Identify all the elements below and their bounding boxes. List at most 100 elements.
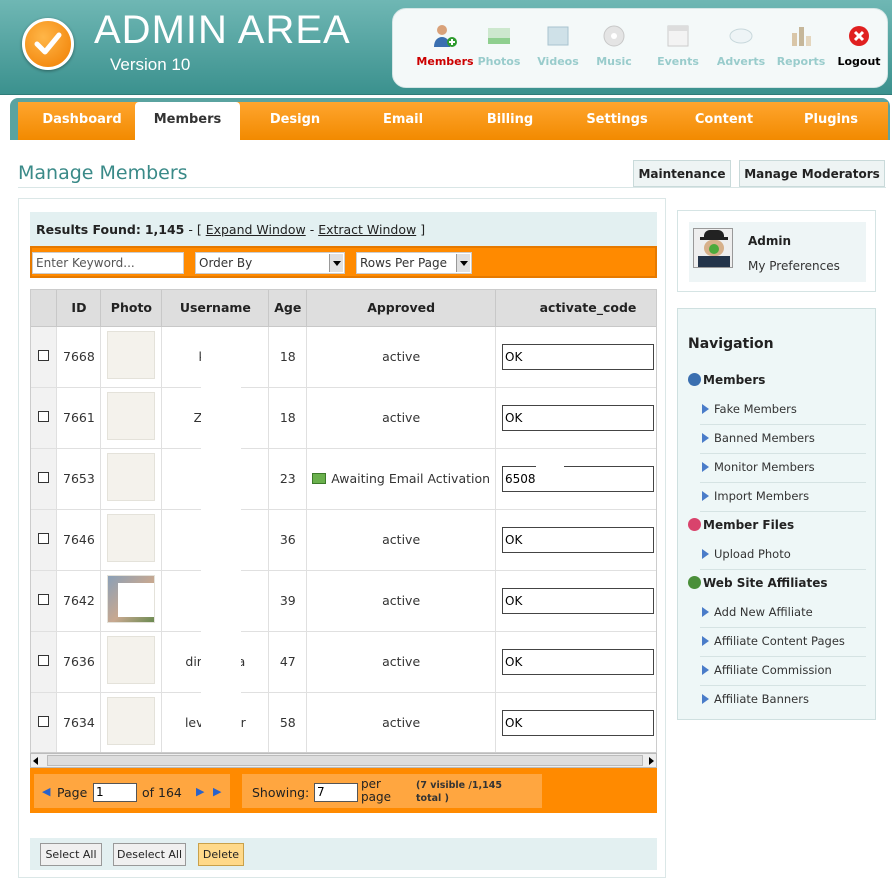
- results-count: 1,145: [144, 222, 185, 237]
- activate-code-input[interactable]: OK: [502, 343, 655, 370]
- maintenance-button[interactable]: Maintenance: [633, 160, 731, 187]
- keyword-input[interactable]: Enter Keyword...: [32, 252, 184, 274]
- row-age: 23: [268, 448, 308, 510]
- adverts-icon: [729, 28, 753, 44]
- toolbar-logout-label: Logout: [837, 55, 881, 68]
- member-photo[interactable]: [107, 331, 156, 379]
- toolbar-music[interactable]: Music: [584, 23, 644, 68]
- rows-per-page-select[interactable]: Rows Per Page: [356, 252, 472, 274]
- nav-section-members[interactable]: Members: [688, 373, 765, 387]
- nav-fake-members[interactable]: Fake Members: [700, 396, 866, 425]
- header-id[interactable]: ID: [56, 290, 102, 327]
- activate-code-input[interactable]: OK: [502, 587, 655, 614]
- header-age[interactable]: Age: [268, 290, 308, 327]
- row-approved: active: [306, 631, 497, 693]
- nav-section-member-files[interactable]: Member Files: [688, 518, 794, 532]
- first-page-icon[interactable]: ◀: [42, 786, 53, 797]
- nav-add-new-affiliate[interactable]: Add New Affiliate: [700, 599, 866, 628]
- toolbar-reports[interactable]: Reports: [771, 23, 831, 68]
- row-id: 7642: [56, 570, 102, 632]
- toolbar-videos[interactable]: Videos: [528, 23, 588, 68]
- row-checkbox[interactable]: [38, 594, 50, 605]
- table-row[interactable]: 7636 dirk6 rina 47 active OK: [31, 631, 656, 693]
- page-label: Page: [57, 785, 88, 800]
- row-checkbox[interactable]: [38, 716, 50, 727]
- next-page-icon[interactable]: ▶: [196, 786, 204, 797]
- member-photo[interactable]: [107, 514, 156, 562]
- tab-email[interactable]: Email: [350, 102, 456, 140]
- nav-banned-members[interactable]: Banned Members: [700, 425, 866, 454]
- toolbar-music-label: Music: [596, 55, 632, 68]
- activate-code-input[interactable]: 6508 8: [502, 465, 655, 492]
- header-photo[interactable]: Photo: [100, 290, 163, 327]
- activate-code-input[interactable]: OK: [502, 404, 655, 431]
- toolbar-members[interactable]: Members: [415, 23, 475, 68]
- activate-code-input[interactable]: OK: [502, 648, 655, 675]
- table-row[interactable]: 7634 lever eter 58 active OK: [31, 692, 656, 752]
- member-photo[interactable]: [107, 697, 156, 745]
- delete-button[interactable]: Delete: [198, 843, 244, 866]
- tab-plugins[interactable]: Plugins: [778, 102, 884, 140]
- member-photo[interactable]: [107, 636, 156, 684]
- row-checkbox[interactable]: [38, 533, 50, 544]
- row-approved: active: [306, 692, 497, 752]
- tab-dashboard[interactable]: Dashboard: [28, 102, 136, 140]
- activate-code-input[interactable]: OK: [502, 526, 655, 553]
- row-age: 18: [268, 387, 308, 449]
- row-checkbox[interactable]: [38, 350, 50, 361]
- chevron-down-icon: [456, 254, 470, 272]
- avatar[interactable]: [693, 228, 733, 268]
- row-checkbox[interactable]: [38, 411, 50, 422]
- nav-monitor-members[interactable]: Monitor Members: [700, 454, 866, 483]
- extract-window-link[interactable]: Extract Window: [318, 222, 416, 237]
- expand-window-link[interactable]: Expand Window: [206, 222, 306, 237]
- select-all-button[interactable]: Select All: [40, 843, 102, 866]
- toolbar-members-label: Members: [416, 55, 474, 68]
- tab-members[interactable]: Members: [135, 102, 240, 142]
- logout-icon: [849, 26, 869, 46]
- manage-moderators-button[interactable]: Manage Moderators: [739, 160, 885, 187]
- my-preferences-link[interactable]: My Preferences: [748, 259, 840, 273]
- header-approved[interactable]: Approved: [306, 290, 497, 327]
- toolbar-photos[interactable]: Photos: [469, 23, 529, 68]
- toolbar-events[interactable]: Events: [648, 23, 708, 68]
- row-approved: active: [306, 387, 497, 449]
- nav-affiliate-banners[interactable]: Affiliate Banners: [700, 686, 866, 715]
- tab-design[interactable]: Design: [242, 102, 348, 140]
- scroll-left-icon[interactable]: [33, 757, 38, 765]
- table-row[interactable]: 7646 36 active OK: [31, 509, 656, 571]
- affiliates-icon: [688, 576, 701, 589]
- horizontal-scrollbar[interactable]: [30, 753, 657, 768]
- row-checkbox[interactable]: [38, 655, 50, 666]
- header-username[interactable]: Username: [161, 290, 270, 327]
- toolbar-adverts[interactable]: Adverts: [711, 23, 771, 68]
- header-activate-code[interactable]: activate_code: [495, 290, 656, 327]
- nav-upload-photo[interactable]: Upload Photo: [700, 541, 866, 570]
- row-approved: active: [306, 326, 497, 388]
- nav-affiliate-commission[interactable]: Affiliate Commission: [700, 657, 866, 686]
- scroll-right-icon[interactable]: [649, 757, 654, 765]
- table-row[interactable]: 7661 Zoe an 18 active OK: [31, 387, 656, 449]
- last-page-icon[interactable]: ▶: [213, 786, 221, 797]
- activate-code-input[interactable]: OK: [502, 709, 655, 736]
- order-by-select[interactable]: Order By: [195, 252, 345, 274]
- table-row[interactable]: 7668 kev 5 18 active OK: [31, 326, 656, 388]
- tab-content[interactable]: Content: [670, 102, 778, 140]
- row-approved: active: [306, 570, 497, 632]
- tab-settings[interactable]: Settings: [563, 102, 671, 140]
- member-photo[interactable]: [107, 453, 156, 501]
- member-photo[interactable]: [107, 392, 156, 440]
- tab-billing[interactable]: Billing: [456, 102, 564, 140]
- nav-import-members[interactable]: Import Members: [700, 483, 866, 512]
- page-number-input[interactable]: 1: [93, 783, 137, 802]
- toolbar-adverts-label: Adverts: [716, 55, 766, 68]
- row-checkbox[interactable]: [38, 472, 50, 483]
- showing-input[interactable]: 7: [314, 783, 358, 802]
- nav-section-affiliates[interactable]: Web Site Affiliates: [688, 576, 828, 590]
- nav-affiliate-content-pages[interactable]: Affiliate Content Pages: [700, 628, 866, 657]
- members-table: ID Photo Username Age Approved activate_…: [30, 289, 657, 753]
- deselect-all-button[interactable]: Deselect All: [113, 843, 186, 866]
- toolbar-logout[interactable]: Logout: [829, 23, 889, 68]
- scrollbar-thumb[interactable]: [47, 755, 643, 766]
- rows-per-page-label: Rows Per Page: [360, 256, 448, 270]
